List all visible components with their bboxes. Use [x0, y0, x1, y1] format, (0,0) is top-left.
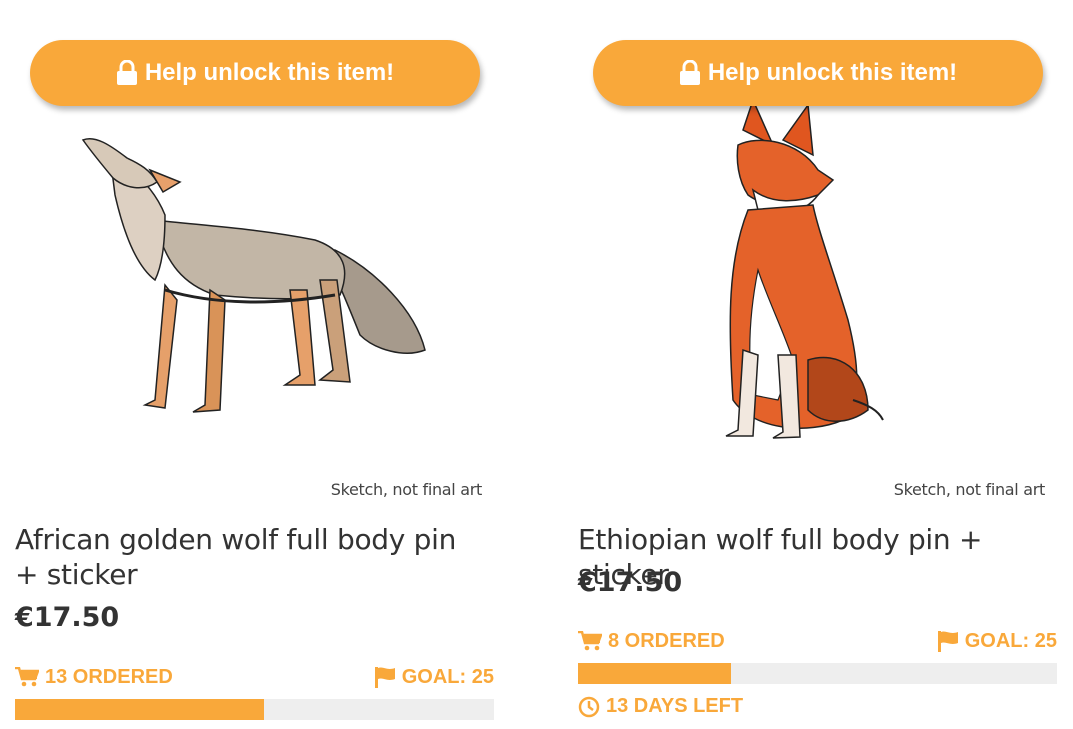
- cart-icon: [578, 631, 602, 651]
- flag-icon: [937, 631, 958, 652]
- help-unlock-button[interactable]: Help unlock this item!: [30, 40, 480, 106]
- ethiopian-wolf-sketch: [725, 100, 884, 439]
- goal-count: GOAL: 25: [374, 666, 494, 689]
- african-golden-wolf-sketch: [81, 138, 426, 413]
- help-unlock-label: Help unlock this item!: [707, 59, 958, 86]
- order-stats: 8 ORDERED GOAL: 25: [578, 628, 1057, 654]
- product-price: €17.50: [15, 602, 120, 633]
- help-unlock-label: Help unlock this item!: [144, 59, 395, 86]
- lock-icon: [116, 60, 137, 85]
- help-unlock-button[interactable]: Help unlock this item!: [593, 40, 1043, 106]
- progress-bar: [578, 663, 1057, 684]
- product-card-african-golden-wolf[interactable]: Help unlock this item! Sketch, not final…: [15, 0, 495, 729]
- cart-icon: [15, 667, 39, 687]
- ordered-count: 13 ORDERED: [15, 666, 173, 689]
- product-card-ethiopian-wolf[interactable]: Help unlock this item! Sketch, not final…: [578, 0, 1058, 729]
- goal-count: GOAL: 25: [937, 630, 1057, 653]
- progress-fill: [578, 663, 732, 684]
- product-title[interactable]: African golden wolf full body pin + stic…: [15, 522, 485, 592]
- progress-fill: [15, 699, 265, 720]
- ordered-count: 8 ORDERED: [578, 630, 725, 653]
- progress-bar: [15, 699, 494, 720]
- product-price: €17.50: [578, 567, 683, 598]
- clock-icon: [578, 696, 600, 717]
- lock-icon: [679, 60, 700, 85]
- sketch-disclaimer: Sketch, not final art: [893, 480, 1046, 499]
- sketch-disclaimer: Sketch, not final art: [330, 480, 483, 499]
- flag-icon: [374, 667, 395, 688]
- order-stats: 13 ORDERED GOAL: 25: [15, 664, 494, 690]
- days-left: 13 DAYS LEFT: [578, 695, 743, 718]
